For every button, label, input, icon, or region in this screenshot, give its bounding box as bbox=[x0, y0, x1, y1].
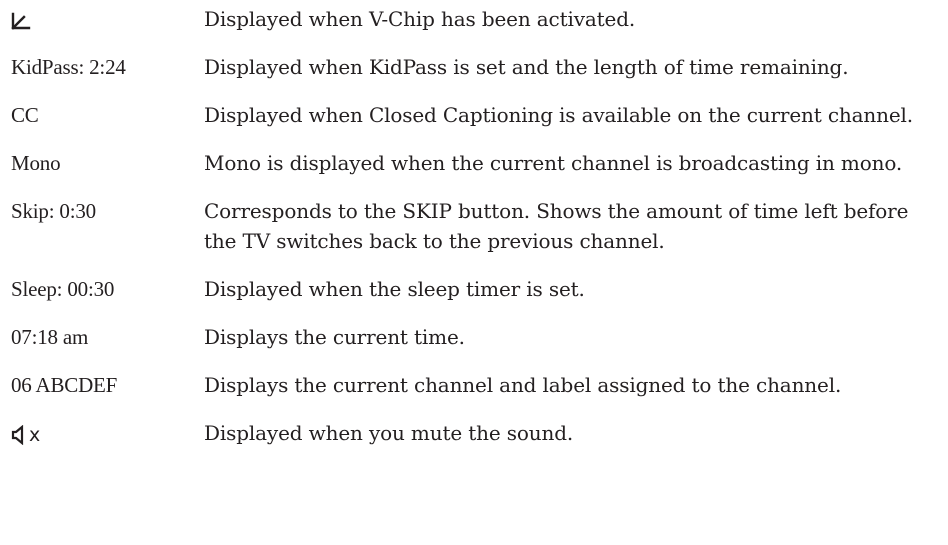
description: Displayed when you mute the sound. bbox=[204, 421, 574, 445]
term-cell: 07:18 am bbox=[11, 325, 89, 349]
description: Displayed when Closed Captioning is avai… bbox=[204, 103, 913, 127]
description: Displays the current time. bbox=[204, 325, 465, 349]
mute-x-label: x bbox=[29, 424, 41, 447]
term-cell: 06 ABCDEF bbox=[11, 373, 118, 397]
list-item: KidPass: 2:24 Displayed when KidPass is … bbox=[0, 52, 948, 82]
list-item: Mono Mono is displayed when the current … bbox=[0, 148, 948, 178]
term-cell: Skip: 0:30 bbox=[11, 199, 96, 223]
list-item: Sleep: 00:30 Displayed when the sleep ti… bbox=[0, 274, 948, 304]
term-cell: CC bbox=[11, 103, 39, 127]
description: Displayed when V-Chip has been activated… bbox=[204, 7, 636, 31]
mute-speaker-icon bbox=[11, 425, 25, 446]
term-cell bbox=[0, 4, 204, 34]
list-item: Skip: 0:30 Corresponds to the SKIP butto… bbox=[0, 196, 948, 256]
term-cell: Mono bbox=[11, 151, 61, 175]
description: Corresponds to the SKIP button. Shows th… bbox=[204, 199, 909, 253]
list-item: 07:18 am Displays the current time. bbox=[0, 322, 948, 352]
list-item: 06 ABCDEF Displays the current channel a… bbox=[0, 370, 948, 400]
vchip-lock-icon bbox=[11, 10, 31, 32]
description: Displays the current channel and label a… bbox=[204, 373, 842, 397]
description: Mono is displayed when the current chann… bbox=[204, 151, 903, 175]
description: Displayed when KidPass is set and the le… bbox=[204, 55, 849, 79]
list-item: Displayed when V-Chip has been activated… bbox=[0, 4, 948, 34]
description: Displayed when the sleep timer is set. bbox=[204, 277, 585, 301]
list-item: CC Displayed when Closed Captioning is a… bbox=[0, 100, 948, 130]
list-item: x Displayed when you mute the sound. bbox=[0, 418, 948, 450]
term-cell: x bbox=[0, 418, 204, 450]
term-cell: Sleep: 00:30 bbox=[11, 277, 115, 301]
osd-indicator-list: Displayed when V-Chip has been activated… bbox=[0, 0, 948, 545]
term-cell: KidPass: 2:24 bbox=[11, 55, 126, 79]
